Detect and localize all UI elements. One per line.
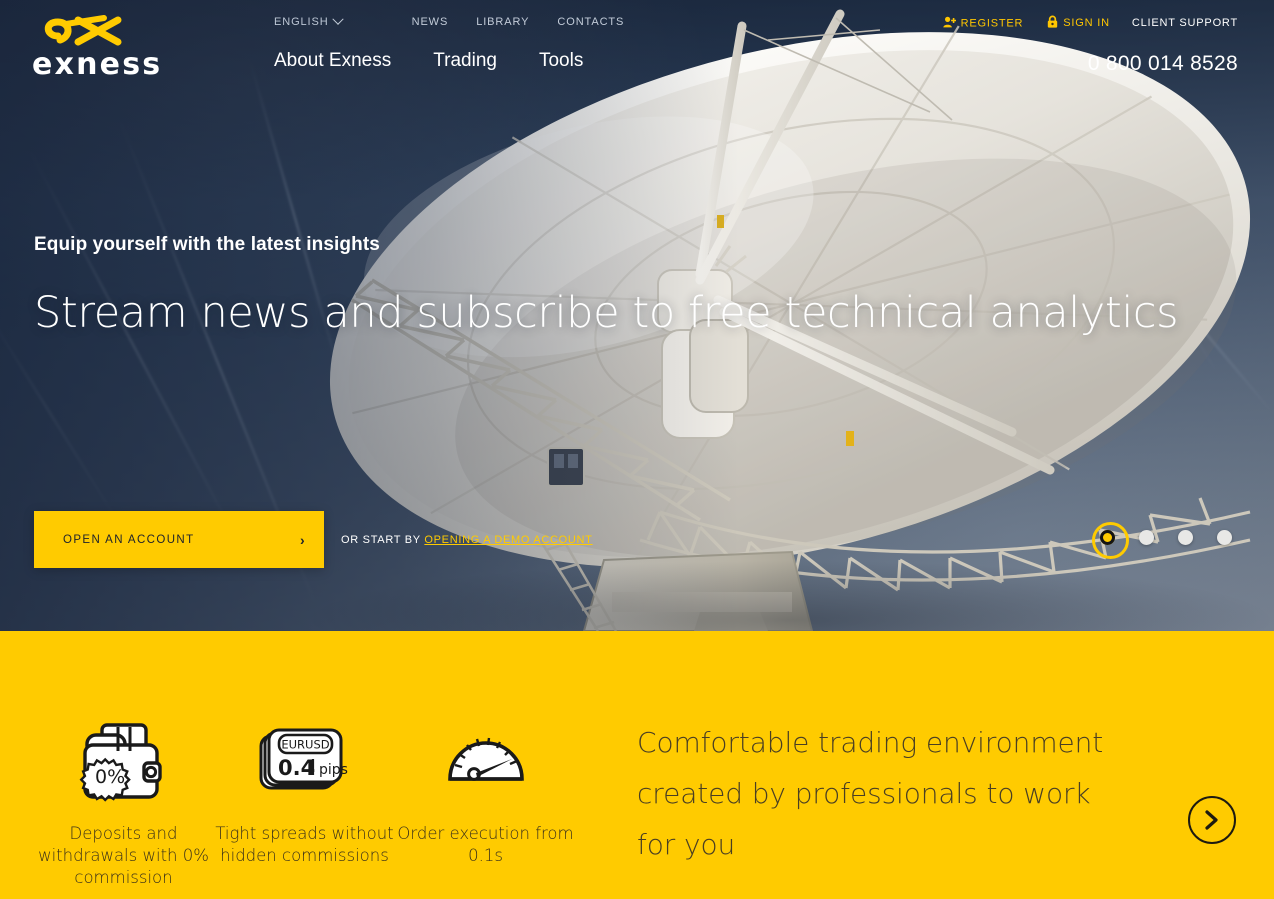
open-an-account-label: OPEN AN ACCOUNT [63, 533, 195, 546]
feature-item: EURUSD 0.4 pips Tight spreads without hi… [214, 715, 395, 889]
lock-icon [1047, 15, 1058, 31]
svg-text:pips: pips [319, 762, 348, 778]
register-label: REGISTER [960, 16, 1024, 29]
exness-logo[interactable]: exness [32, 14, 160, 80]
nav-trading[interactable]: Trading [433, 50, 497, 72]
language-selector[interactable]: ENGLISH [274, 13, 344, 28]
feature-caption: Tight spreads without hidden commissions [215, 824, 394, 865]
support-phone[interactable]: 0 800 014 8528 [1088, 52, 1238, 76]
hero-kicker: Equip yourself with the latest insights [34, 234, 380, 255]
utility-nav: ENGLISH NEWS LIBRARY CONTACTS [274, 13, 624, 28]
features-list: 0% Deposits and withdrawals with 0% comm… [33, 715, 576, 889]
carousel-dot-3[interactable] [1178, 530, 1193, 545]
hero-cta-row: OPEN AN ACCOUNT › OR START BY OPENING A … [34, 511, 593, 568]
exness-wordmark: exness [32, 47, 163, 82]
eurusd-spread-card-icon: EURUSD 0.4 pips [214, 715, 395, 811]
nav-contacts[interactable]: CONTACTS [557, 16, 624, 28]
demo-account-note: OR START BY OPENING A DEMO ACCOUNT [341, 534, 593, 546]
feature-item: 0% Deposits and withdrawals with 0% comm… [33, 715, 214, 889]
chevron-right-icon: › [299, 531, 306, 548]
svg-text:0.4: 0.4 [278, 756, 315, 780]
opening-a-demo-account-link[interactable]: OPENING A DEMO ACCOUNT [424, 534, 592, 546]
feature-item: Order execution from 0.1s [395, 715, 576, 889]
nav-tools[interactable]: Tools [539, 50, 583, 72]
sign-in-label: SIGN IN [1063, 16, 1110, 29]
next-slide-button[interactable] [1188, 796, 1236, 844]
feature-caption: Order execution from 0.1s [397, 824, 574, 865]
register-link[interactable]: REGISTER [942, 16, 1024, 31]
svg-text:0%: 0% [95, 766, 125, 788]
account-links: REGISTER SIGN IN CLIENT SUPPORT [942, 15, 1238, 31]
nav-news[interactable]: NEWS [412, 16, 449, 28]
site-header: exness ENGLISH NEWS LIBRARY CONTACTS Abo… [0, 0, 1274, 90]
chevron-right-icon [1205, 810, 1218, 830]
main-nav: About Exness Trading Tools [274, 50, 583, 72]
benefits-band: 0% Deposits and withdrawals with 0% comm… [0, 631, 1274, 899]
carousel-dot-1[interactable] [1092, 522, 1129, 559]
nav-library[interactable]: LIBRARY [476, 16, 529, 28]
client-support-link[interactable]: CLIENT SUPPORT [1132, 17, 1238, 29]
hero-title: Stream news and subscribe to free techni… [34, 288, 1179, 338]
speedometer-icon [395, 715, 576, 811]
ex-monogram-icon [44, 15, 122, 46]
sign-in-link[interactable]: SIGN IN [1047, 15, 1110, 31]
nav-about-exness[interactable]: About Exness [274, 50, 391, 72]
chevron-down-icon [331, 13, 344, 25]
wallet-zero-percent-icon: 0% [33, 715, 214, 811]
band-heading: Comfortable trading environment created … [637, 726, 1104, 862]
svg-text:EURUSD: EURUSD [281, 738, 329, 752]
language-label: ENGLISH [274, 16, 329, 28]
exness-homepage: Equip yourself with the latest insights … [0, 0, 1274, 899]
carousel-dots [1092, 522, 1232, 559]
carousel-dot-2[interactable] [1139, 530, 1154, 545]
feature-caption: Deposits and withdrawals with 0% commiss… [38, 824, 209, 887]
demo-account-prefix: OR START BY [341, 533, 425, 546]
open-an-account-button[interactable]: OPEN AN ACCOUNT › [34, 511, 324, 568]
user-plus-icon [942, 16, 956, 31]
hero-section: Equip yourself with the latest insights … [0, 0, 1274, 631]
carousel-dot-4[interactable] [1217, 530, 1232, 545]
